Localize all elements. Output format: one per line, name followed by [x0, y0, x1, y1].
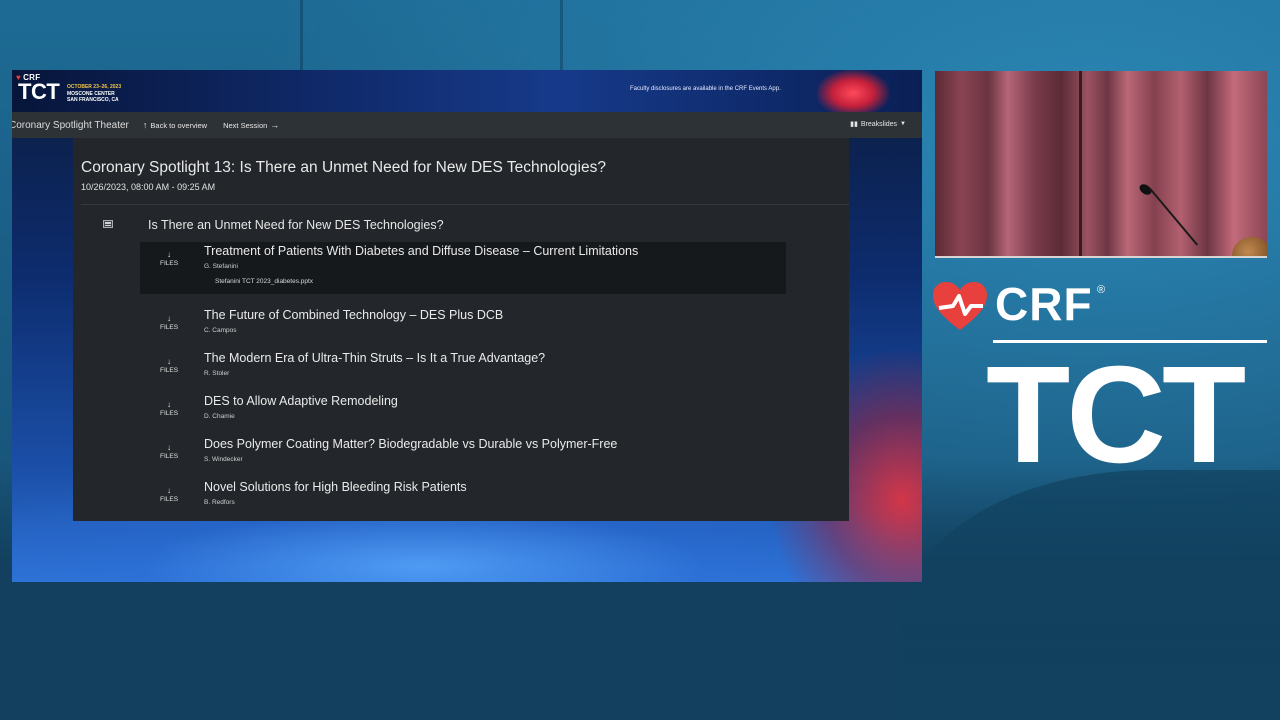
event-info: OCTOBER 23–26, 2023 MOSCONE CENTER SAN F…	[67, 84, 121, 104]
files-label: FILES	[159, 496, 179, 503]
talk-title: The Modern Era of Ultra-Thin Struts – Is…	[204, 351, 546, 365]
files-label: FILES	[159, 324, 179, 331]
talk-row[interactable]: ↓ FILES Novel Solutions for High Bleedin…	[140, 478, 786, 530]
talk-title: Treatment of Patients With Diabetes and …	[204, 244, 639, 258]
files-label: FILES	[159, 367, 179, 374]
arrow-up-icon: ↑	[142, 120, 148, 130]
talk-speaker: G. Stefanini	[204, 263, 238, 270]
session-subtitle: Is There an Unmet Need for New DES Techn…	[148, 218, 444, 232]
breakslides-dropdown[interactable]: ▮▮ Breakslides ▼	[850, 120, 906, 129]
session-panel: Coronary Spotlight 13: Is There an Unmet…	[73, 138, 849, 521]
session-title: Coronary Spotlight 13: Is There an Unmet…	[81, 159, 606, 176]
breakslides-label: Breakslides	[860, 120, 898, 128]
talk-title: Does Polymer Coating Matter? Biodegradab…	[204, 437, 618, 451]
talk-speaker: S. Windecker	[204, 456, 243, 463]
talk-title: DES to Allow Adaptive Remodeling	[204, 394, 398, 408]
files-label: FILES	[159, 453, 179, 460]
caret-down-icon: ▼	[900, 121, 906, 127]
files-label: FILES	[159, 410, 179, 417]
curtain-seam	[1079, 71, 1082, 258]
download-arrow-icon: ↓	[167, 357, 171, 366]
theater-title[interactable]: Coronary Spotlight Theater	[12, 120, 129, 131]
columns-icon: ▮▮	[850, 121, 858, 128]
event-banner: ♥ CRF TCT OCTOBER 23–26, 2023 MOSCONE CEN…	[12, 70, 922, 112]
download-arrow-icon: ↓	[167, 250, 171, 259]
next-session-label: Next Session	[223, 120, 268, 130]
talk-speaker: R. Stoler	[204, 370, 230, 377]
event-date: OCTOBER 23–26, 2023	[67, 84, 122, 90]
session-navbar: Coronary Spotlight Theater ↑ Back to ove…	[12, 112, 922, 138]
talk-speaker: C. Campos	[204, 327, 237, 334]
files-download-button[interactable]: ↓ FILES	[146, 443, 192, 461]
disclosure-note: Faculty disclosures are available in the…	[630, 86, 781, 92]
talk-title: Novel Solutions for High Bleeding Risk P…	[204, 480, 467, 494]
talk-title: The Future of Combined Technology – DES …	[204, 308, 504, 322]
back-to-overview-link[interactable]: ↑ Back to overview	[143, 120, 207, 130]
download-arrow-icon: ↓	[167, 400, 171, 409]
registered-mark: ®	[1097, 284, 1106, 296]
divider	[81, 204, 849, 205]
crf-heart-icon	[931, 280, 989, 337]
download-arrow-icon: ↓	[167, 314, 171, 323]
list-icon	[103, 220, 113, 228]
file-link[interactable]: Stefanini TCT 2023_diabetes.pptx	[215, 278, 313, 285]
tct-brand-text: TCT	[986, 338, 1246, 492]
back-to-overview-label: Back to overview	[150, 120, 208, 130]
tct-logo: ♥ CRF TCT	[16, 73, 60, 104]
talk-row[interactable]: ↓ FILES Treatment of Patients With Diabe…	[140, 242, 786, 294]
crf-brand-text: CRF	[995, 278, 1093, 330]
session-datetime: 10/26/2023, 08:00 AM - 09:25 AM	[81, 182, 216, 192]
talk-speaker: B. Redfors	[204, 499, 235, 506]
presentation-screen: ♥ CRF TCT OCTOBER 23–26, 2023 MOSCONE CEN…	[12, 70, 922, 582]
banner-heart-graphic	[817, 70, 889, 112]
download-arrow-icon: ↓	[167, 486, 171, 495]
speaker-video	[935, 71, 1267, 258]
podium	[935, 256, 1267, 258]
speaker-head	[1232, 237, 1267, 258]
files-download-button[interactable]: ↓ FILES	[146, 400, 192, 418]
talk-speaker: D. Chamie	[204, 413, 235, 420]
arrow-right-icon: →	[270, 120, 280, 130]
files-download-button[interactable]: ↓ FILES	[146, 357, 192, 375]
files-download-button[interactable]: ↓ FILES	[146, 250, 192, 268]
files-download-button[interactable]: ↓ FILES	[146, 314, 192, 332]
microphone-stand	[1149, 187, 1199, 246]
tct-logo-text: TCT	[18, 79, 60, 104]
event-city: SAN FRANCISCO, CA	[67, 97, 119, 103]
files-download-button[interactable]: ↓ FILES	[146, 486, 192, 504]
files-label: FILES	[159, 260, 179, 267]
download-arrow-icon: ↓	[167, 443, 171, 452]
next-session-link[interactable]: Next Session →	[223, 120, 279, 130]
